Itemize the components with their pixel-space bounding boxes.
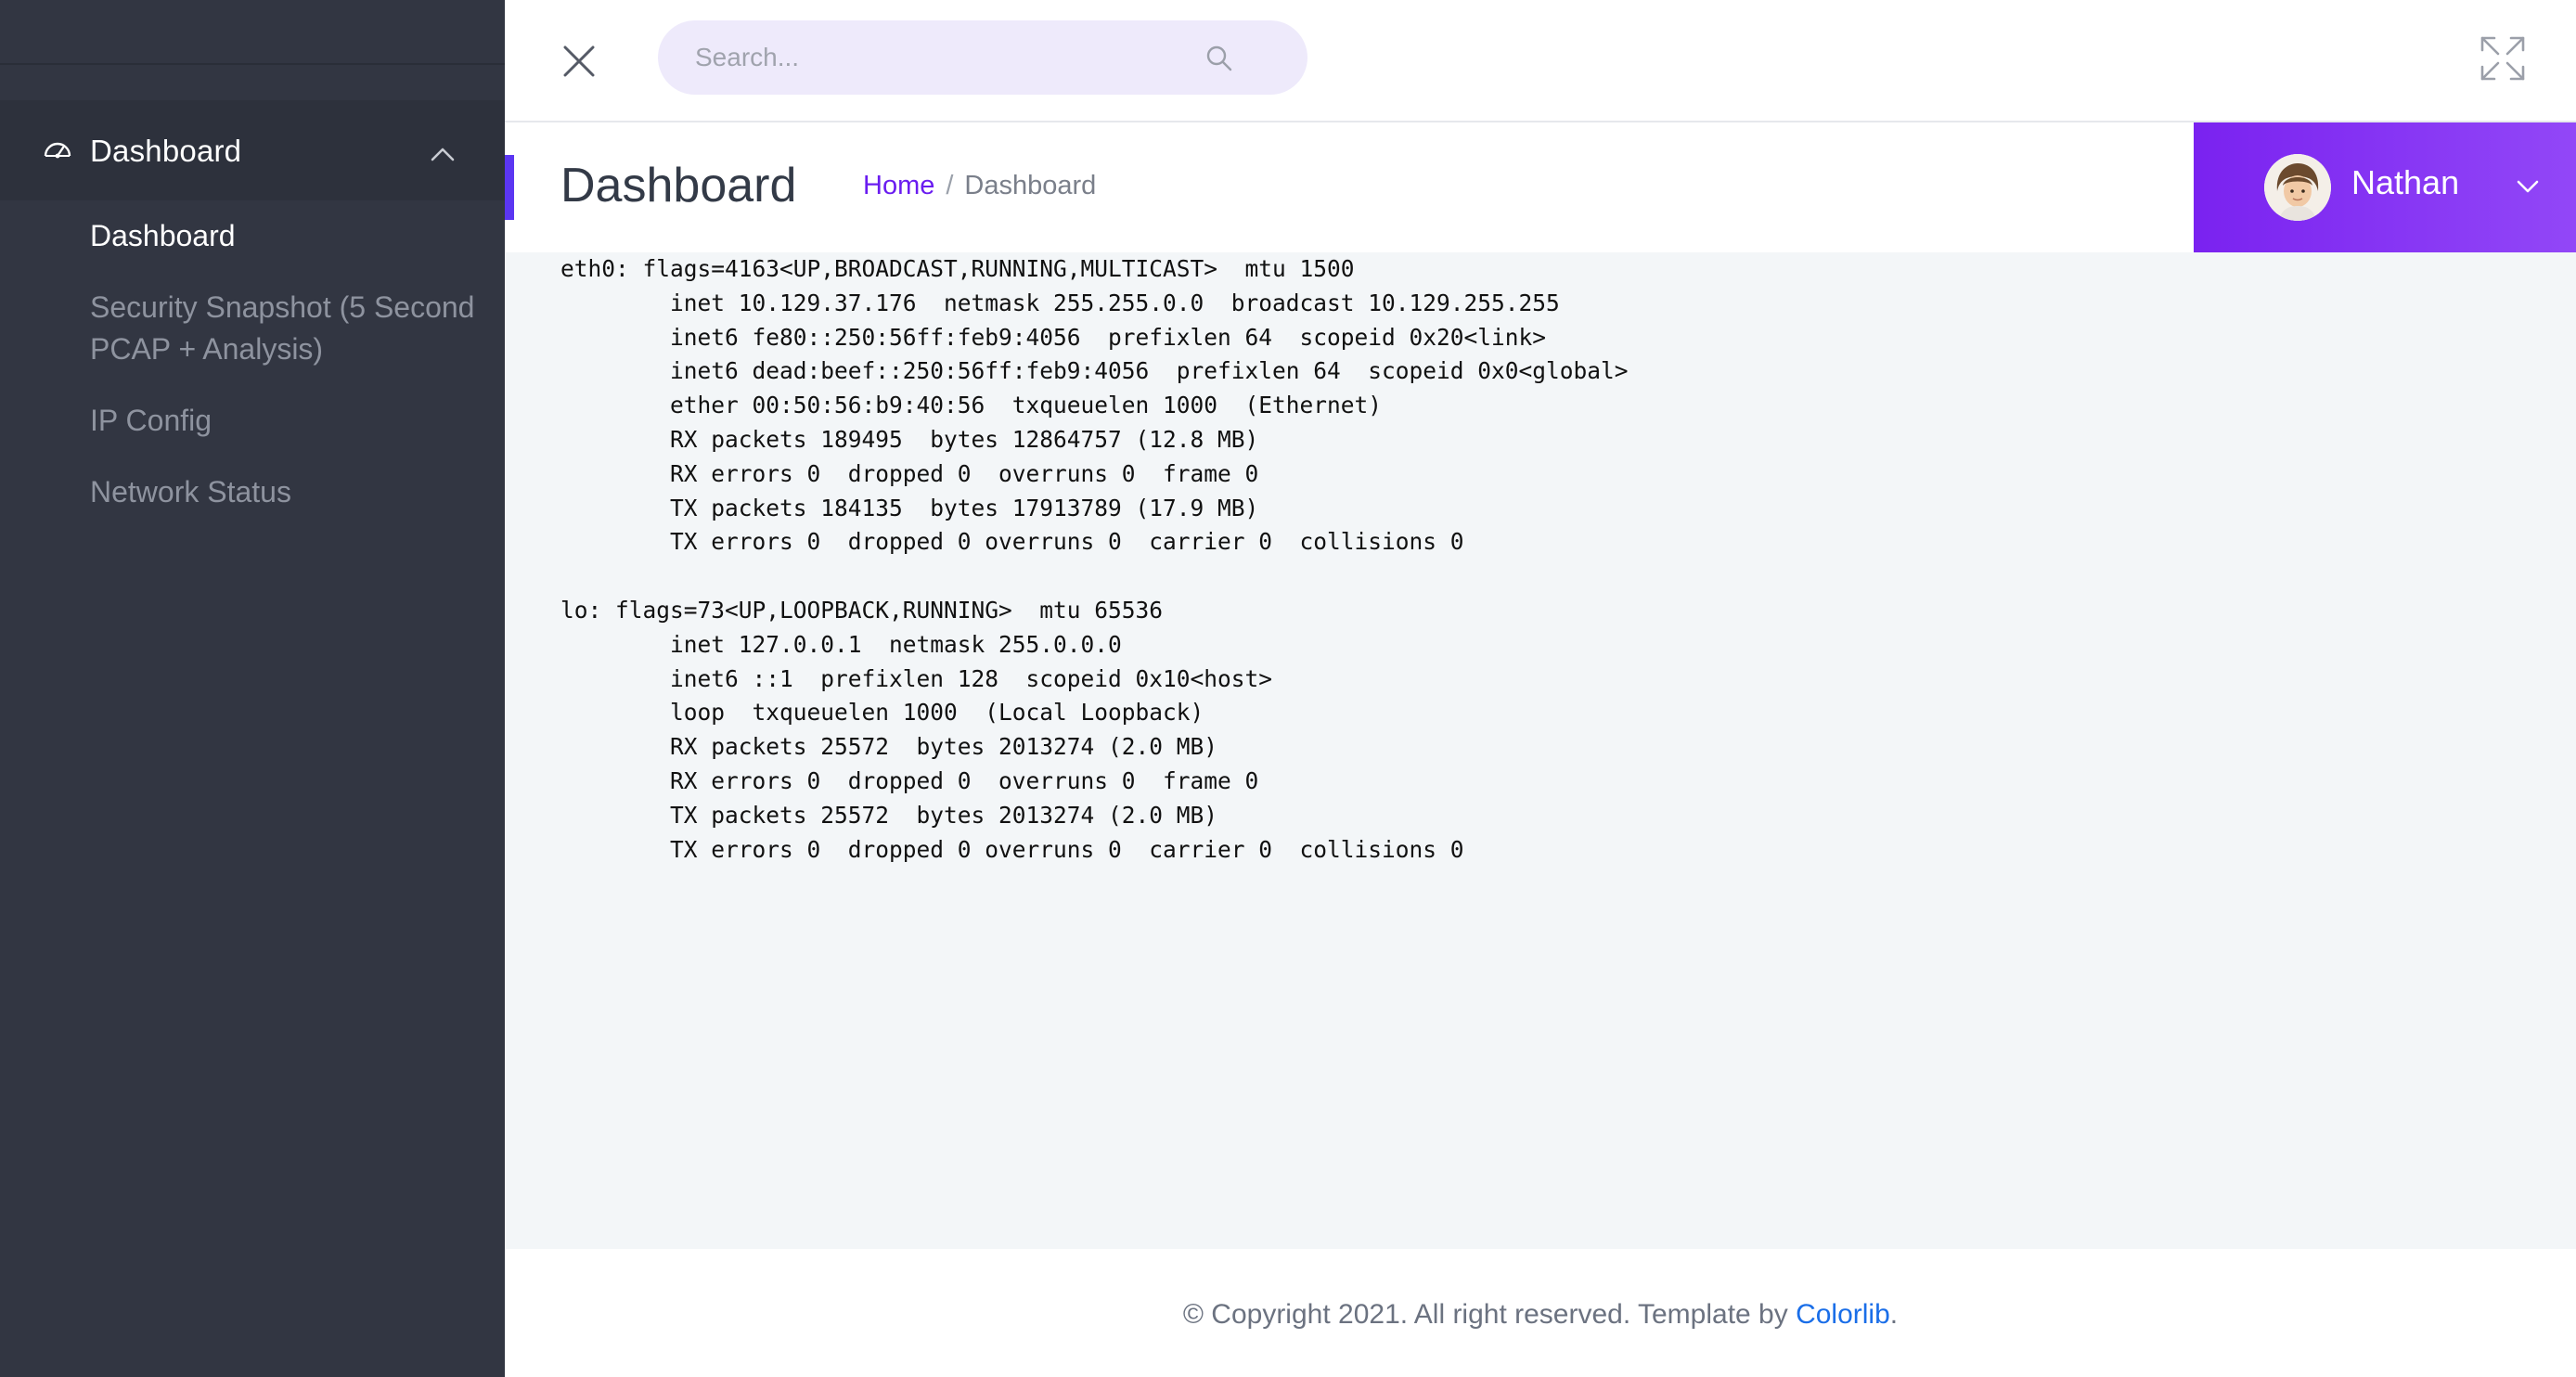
header-accent-bar (505, 155, 514, 220)
breadcrumb-current: Dashboard (964, 171, 1097, 200)
terminal-line: inet 10.129.37.176 netmask 255.255.0.0 b… (560, 289, 1560, 316)
footer-suffix: . (1889, 1299, 1899, 1330)
terminal-line: RX packets 25572 bytes 2013274 (2.0 MB) (560, 733, 1218, 761)
footer-text: © Copyright 2021. All right reserved. Te… (1182, 1299, 1797, 1330)
terminal-line: inet 127.0.0.1 netmask 255.0.0.0 (560, 630, 1122, 658)
close-icon[interactable] (562, 45, 596, 78)
sidebar-item-dashboard[interactable]: Dashboard (90, 215, 480, 257)
sidebar-menu-label: Dashboard (90, 134, 242, 168)
user-avatar-icon (2264, 154, 2331, 221)
terminal-line: TX errors 0 dropped 0 overruns 0 carrier… (560, 835, 1464, 863)
sidebar-menu-dashboard[interactable]: Dashboard (0, 100, 505, 200)
terminal-line: RX errors 0 dropped 0 overruns 0 frame 0 (560, 766, 1259, 794)
footer-copyright: © Copyright 2021. All right reserved. Te… (505, 1299, 2576, 1331)
terminal-line: loop txqueuelen 1000 (Local Loopback) (560, 699, 1204, 727)
terminal-line: inet6 ::1 prefixlen 128 scopeid 0x10<hos… (560, 664, 1273, 692)
terminal-line: inet6 dead:beef::250:56ff:feb9:4056 pref… (560, 357, 1629, 385)
page-title: Dashboard (560, 159, 797, 212)
terminal-line: ether 00:50:56:b9:40:56 txqueuelen 1000 … (560, 392, 1383, 419)
chevron-up-icon[interactable] (431, 147, 455, 161)
dashboard-gauge-icon (44, 142, 71, 159)
user-menu[interactable]: Nathan (2194, 122, 2576, 252)
breadcrumb-separator: / (946, 171, 954, 200)
user-name[interactable]: Nathan (2351, 163, 2459, 202)
sidebar-item-ip-config[interactable]: IP Config (90, 400, 480, 442)
terminal-line: lo: flags=73<UP,LOOPBACK,RUNNING> mtu 65… (560, 596, 1164, 624)
terminal-line: RX errors 0 dropped 0 overruns 0 frame 0 (560, 459, 1259, 487)
fullscreen-icon[interactable] (2479, 35, 2526, 82)
search-icon[interactable] (1205, 45, 1233, 72)
sidebar-item-security-snapshot[interactable]: Security Snapshot (5 Second PCAP + Analy… (90, 287, 480, 370)
terminal-line: inet6 fe80::250:56ff:feb9:4056 prefixlen… (560, 323, 1547, 351)
terminal-line: TX packets 184135 bytes 17913789 (17.9 M… (560, 494, 1259, 521)
avatar[interactable] (2264, 154, 2331, 221)
search-box (658, 20, 1307, 95)
terminal-line: TX packets 25572 bytes 2013274 (2.0 MB) (560, 801, 1218, 829)
breadcrumb-home-link[interactable]: Home (863, 171, 934, 200)
topbar (505, 0, 2576, 122)
main-content: eth0: flags=4163<UP,BROADCAST,RUNNING,MU… (560, 252, 2509, 867)
terminal-line: eth0: flags=4163<UP,BROADCAST,RUNNING,MU… (560, 255, 1355, 282)
terminal-line: TX errors 0 dropped 0 overruns 0 carrier… (560, 528, 1464, 556)
sidebar-logo-area (0, 0, 505, 65)
footer: © Copyright 2021. All right reserved. Te… (505, 1249, 2576, 1377)
sidebar-submenu: Dashboard Security Snapshot (5 Second PC… (90, 215, 480, 543)
sidebar: Dashboard Dashboard Security Snapshot (5… (0, 0, 505, 1377)
colorlib-link[interactable]: Colorlib (1796, 1299, 1890, 1330)
chevron-down-icon[interactable] (2517, 180, 2539, 193)
sidebar-item-network-status[interactable]: Network Status (90, 471, 480, 513)
breadcrumb: Home / Dashboard (863, 171, 1096, 201)
terminal-line: RX packets 189495 bytes 12864757 (12.8 M… (560, 425, 1259, 453)
ifconfig-output: eth0: flags=4163<UP,BROADCAST,RUNNING,MU… (560, 252, 2509, 867)
search-input[interactable] (695, 37, 1215, 78)
